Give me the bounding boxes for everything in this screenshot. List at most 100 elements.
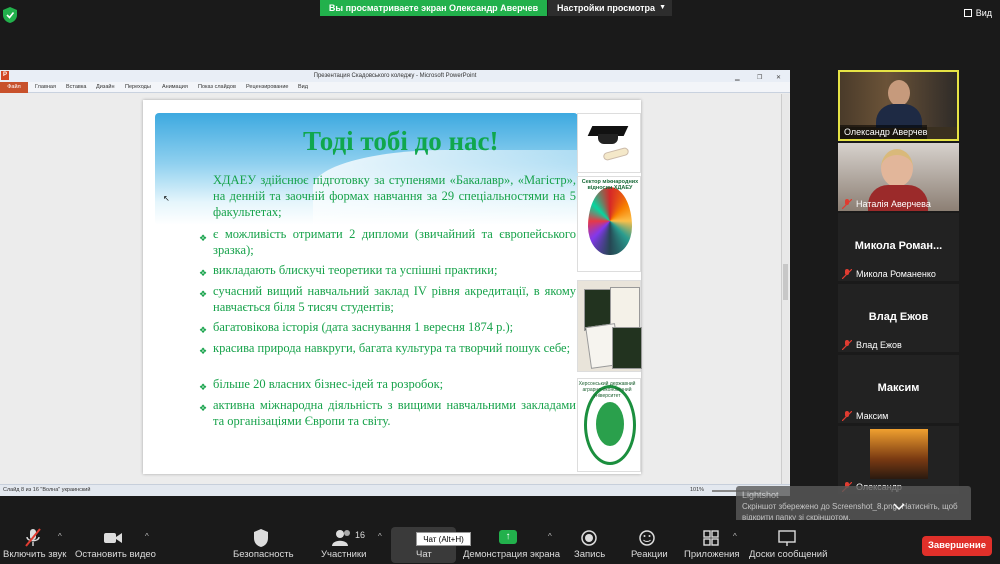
globe-caption: Сектор міжнародних відносин ХДАЕУ	[581, 179, 639, 191]
participant-tile[interactable]: Влад Ежов Влад Ежов	[838, 284, 959, 352]
participants-icon[interactable]	[332, 528, 354, 548]
view-options-label: Настройки просмотра	[557, 3, 656, 13]
participants-button-label[interactable]: Участники	[321, 549, 366, 560]
powerpoint-titlebar: P Презентация Скадовського коледжу - Mic…	[0, 70, 790, 82]
cap-base	[598, 134, 618, 144]
muted-microphone-icon[interactable]	[24, 528, 42, 548]
caret-up-icon[interactable]: ^	[378, 532, 382, 541]
slide-intro: ХДАЕУ здійснює підготовку за ступенями «…	[213, 172, 576, 220]
share-screen-button-label[interactable]: Демонстрация экрана	[463, 549, 560, 560]
whiteboard-icon[interactable]	[777, 528, 797, 548]
participant-name: Наталія Аверчева	[856, 199, 931, 209]
view-button[interactable]: Вид	[963, 8, 992, 18]
participant-tile[interactable]: Микола Роман... Микола Романенко	[838, 213, 959, 281]
logo-caption: Херсонський державний аграрно-економічни…	[578, 381, 636, 399]
security-shield-icon[interactable]	[253, 528, 269, 548]
window-title: Презентация Скадовського коледжу - Micro…	[313, 73, 477, 79]
tab-design[interactable]: Дизайн	[96, 84, 115, 90]
tab-file[interactable]: Файл	[0, 82, 28, 93]
slide-bullet: сучасний вищий навчальний заклад IV рівн…	[213, 284, 576, 314]
bullet-icon: ❖	[199, 325, 208, 335]
diploma-scroll	[602, 146, 630, 162]
reactions-button-label[interactable]: Реакции	[631, 549, 668, 560]
chat-button-label[interactable]: Чат	[416, 549, 432, 560]
tab-view[interactable]: Вид	[298, 84, 308, 90]
apps-button-label[interactable]: Приложения	[684, 549, 740, 560]
bullet-icon: ❖	[199, 233, 208, 243]
vertical-scrollbar[interactable]	[781, 94, 789, 484]
caret-up-icon[interactable]: ^	[548, 532, 552, 541]
participant-name: Микола Романенко	[856, 269, 936, 279]
slide-bullet: красива природа навкруги, багата культур…	[213, 341, 571, 355]
top-bar: Вы просматриваете экран Олександр Аверче…	[0, 0, 1000, 30]
participants-count: 16	[355, 530, 366, 540]
slide-bullet: викладають блискучі теоретики та успішні…	[213, 263, 498, 277]
bullet-icon: ❖	[199, 289, 208, 299]
chat-tooltip: Чат (Alt+H)	[416, 532, 471, 546]
tab-transitions[interactable]: Переходы	[125, 84, 151, 90]
share-screen-icon[interactable]: ↑	[499, 530, 517, 544]
caret-up-icon[interactable]: ^	[58, 532, 62, 541]
view-options-button[interactable]: Настройки просмотра ▼	[548, 0, 672, 16]
participant-display-name: Микола Роман...	[854, 240, 943, 252]
powerpoint-statusbar: Слайд 8 из 16 "Волна" украинский 101%	[0, 484, 790, 496]
participant-display-name: Влад Ежов	[868, 311, 929, 323]
participant-face	[881, 149, 913, 187]
participant-name: Олександр Аверчев	[840, 125, 928, 139]
slide: Тоді тобі до нас! ХДАЕУ здійснює підгото…	[143, 100, 642, 474]
bullet-icon: ❖	[199, 403, 208, 413]
end-meeting-button[interactable]: Завершение	[922, 536, 992, 556]
participant-avatar	[870, 429, 928, 479]
participant-tile[interactable]: Максим Максим	[838, 355, 959, 423]
security-button-label[interactable]: Безопасность	[233, 549, 294, 560]
shield-icon[interactable]	[3, 7, 17, 23]
screen-share-banner: Вы просматриваете экран Олександр Аверче…	[320, 0, 547, 16]
international-sector-egg-image: Сектор міжнародних відносин ХДАЕУ	[577, 176, 641, 272]
slide-title: Тоді тобі до нас!	[303, 126, 499, 156]
chevron-down-icon[interactable]	[893, 503, 905, 511]
tab-slideshow[interactable]: Показ слайдов	[198, 84, 236, 90]
chevron-down-icon: ▼	[659, 4, 666, 11]
participant-face	[888, 80, 910, 106]
video-button-label[interactable]: Остановить видео	[75, 549, 156, 560]
zoom-level[interactable]: 101%	[690, 485, 704, 496]
slide-bullet: більше 20 власних бізнес-ідей та розробо…	[213, 377, 444, 391]
reactions-icon[interactable]	[639, 528, 657, 548]
bullet-icon: ❖	[199, 382, 208, 392]
tab-insert[interactable]: Вставка	[66, 84, 86, 90]
apps-icon[interactable]	[702, 528, 720, 548]
record-icon[interactable]	[580, 528, 598, 548]
scrollbar-thumb[interactable]	[783, 264, 788, 300]
bullet-icon: ❖	[199, 346, 208, 356]
graduation-cap-image	[577, 113, 641, 173]
whiteboards-button-label[interactable]: Доски сообщений	[749, 549, 827, 560]
shared-screen: P Презентация Скадовського коледжу - Mic…	[0, 70, 790, 496]
slide-bullet: активна міжнародна діяльність з вищими н…	[213, 398, 576, 428]
participant-tile[interactable]: Наталія Аверчева	[838, 143, 959, 211]
caret-up-icon[interactable]: ^	[733, 532, 737, 541]
caret-up-icon[interactable]: ^	[145, 532, 149, 541]
bullet-icon: ❖	[199, 268, 208, 278]
participant-display-name: Максим	[877, 382, 920, 394]
powerpoint-icon: P	[1, 71, 9, 80]
notification-title: Lightshot	[742, 490, 779, 500]
diplomas-image	[577, 280, 642, 372]
participant-tile-active[interactable]: Олександр Аверчев	[838, 70, 959, 141]
diploma-cover	[612, 327, 642, 369]
mouse-cursor-icon: ↖	[163, 194, 170, 203]
participant-name: Влад Ежов	[856, 340, 902, 350]
tab-review[interactable]: Рецензирование	[246, 84, 288, 90]
tab-home[interactable]: Главная	[35, 84, 56, 90]
university-logo: Херсонський державний аграрно-економічни…	[577, 378, 641, 472]
flag-egg	[588, 187, 632, 255]
slide-bullet: є можливість отримати 2 дипломи (звичайн…	[213, 227, 576, 257]
view-button-label: Вид	[975, 8, 992, 18]
participant-tile[interactable]: Олександр	[838, 426, 959, 494]
participant-name: Максим	[856, 411, 889, 421]
tab-animation[interactable]: Анимация	[162, 84, 188, 90]
slide-intro-text: ХДАЕУ здійснює підготовку за ступенями «…	[213, 173, 576, 219]
video-camera-icon[interactable]	[103, 528, 123, 548]
slide-bullet: багатовікова історія (дата заснування 1 …	[213, 320, 514, 334]
record-button-label[interactable]: Запись	[574, 549, 605, 560]
mute-button-label[interactable]: Включить звук	[3, 549, 66, 560]
